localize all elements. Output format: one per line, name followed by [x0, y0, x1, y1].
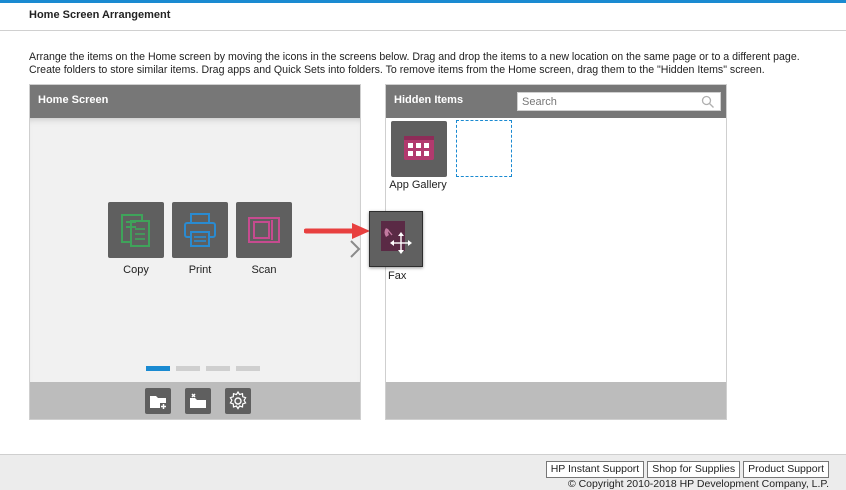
open-folder-icon	[190, 393, 206, 408]
print-app-tile[interactable]	[172, 202, 228, 258]
copyright-text: © Copyright 2010-2018 HP Development Com…	[567, 478, 829, 490]
page-footer: HP Instant Support Shop for Supplies Pro…	[0, 454, 846, 490]
home-screen-header: Home Screen	[30, 85, 360, 118]
home-screen-panel: Home Screen Copy Print Scan	[29, 84, 361, 420]
hidden-items-title: Hidden Items	[394, 94, 464, 106]
drag-direction-arrow	[304, 223, 370, 239]
page-dot-1[interactable]	[146, 366, 170, 371]
gear-icon	[229, 390, 247, 410]
hidden-items-panel[interactable]: Hidden Items App Gallery	[385, 84, 727, 420]
app-gallery-tile[interactable]	[391, 121, 447, 177]
scan-app-tile[interactable]	[236, 202, 292, 258]
print-icon	[184, 213, 216, 247]
search-input[interactable]	[517, 92, 721, 111]
hidden-items-toolbar	[386, 382, 726, 419]
page-dot-2[interactable]	[176, 366, 200, 371]
new-folder-button[interactable]	[145, 388, 171, 414]
home-screen-grid[interactable]: Copy Print Scan	[30, 118, 360, 382]
new-folder-icon	[150, 396, 167, 410]
page-dot-3[interactable]	[206, 366, 230, 371]
fax-icon	[381, 221, 412, 254]
hp-instant-support-link[interactable]: HP Instant Support	[545, 461, 645, 478]
page-title: Home Screen Arrangement	[29, 9, 171, 21]
drop-target-placeholder	[456, 120, 512, 177]
settings-button[interactable]	[225, 388, 251, 414]
print-app-label: Print	[188, 264, 212, 276]
copy-icon	[121, 214, 150, 247]
home-screen-toolbar	[30, 382, 360, 419]
app-gallery-label: App Gallery	[389, 179, 447, 191]
fax-app-tile-dragging[interactable]	[369, 211, 423, 267]
scan-app-label: Scan	[251, 264, 277, 276]
instructions-text: Arrange the items on the Home screen by …	[29, 51, 800, 76]
shop-for-supplies-link[interactable]: Shop for Supplies	[647, 461, 741, 478]
page-dot-4[interactable]	[236, 366, 260, 371]
move-to-folder-button[interactable]	[185, 388, 211, 414]
product-support-link[interactable]: Product Support	[743, 461, 829, 478]
copy-app-label: Copy	[123, 264, 149, 276]
copy-app-tile[interactable]	[108, 202, 164, 258]
search-icon	[701, 95, 714, 108]
home-screen-title: Home Screen	[38, 94, 109, 106]
scan-icon	[248, 217, 280, 243]
fax-app-label: Fax	[388, 270, 407, 282]
section-header: Home Screen Arrangement	[0, 3, 846, 31]
app-gallery-icon	[404, 136, 434, 160]
footer-links: HP Instant Support Shop for Supplies Pro…	[543, 461, 829, 478]
